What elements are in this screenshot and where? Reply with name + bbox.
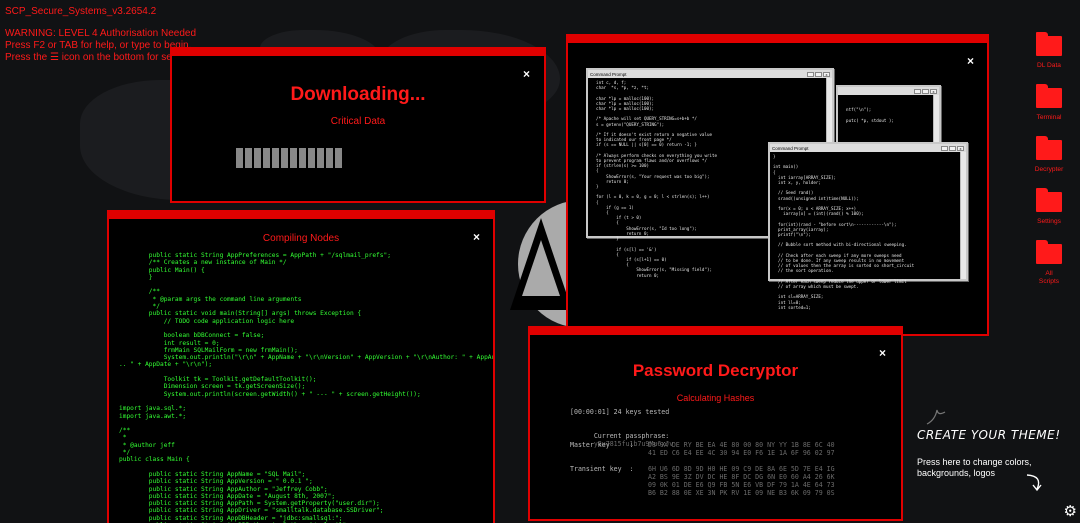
download-subtitle: Critical Data [330, 116, 386, 127]
desktop-icon-settings[interactable]: Settings [1024, 188, 1074, 226]
compile-code-output: public static String AppPreferences = Ap… [119, 252, 495, 523]
progress-block [317, 148, 324, 168]
help-text: Press F2 or TAB for help, or type to beg… [5, 40, 192, 51]
close-icon[interactable]: x [823, 71, 830, 77]
terminal-window[interactable]: × Command Prompt x int c, d, f; char *s,… [566, 34, 989, 336]
gear-icon[interactable]: ⚙ [1064, 502, 1077, 520]
header-info: SCP_Secure_Systems_v3.2654.2 WARNING: LE… [5, 6, 196, 64]
progress-block [236, 148, 243, 168]
progress-block [290, 148, 297, 168]
curved-arrow-icon [1026, 474, 1042, 492]
scrollbar[interactable] [960, 152, 966, 279]
command-prompt-title: Command Prompt [772, 145, 809, 151]
desktop-icon-label: Terminal [1036, 114, 1062, 121]
warning-text: WARNING: LEVEL 4 Authorisation Needed [5, 28, 197, 39]
master-key-line: 41 ED C6 E4 EE 4C 30 94 E0 F6 1E 1A 6F 9… [648, 449, 835, 457]
progress-block [308, 148, 315, 168]
close-icon[interactable]: × [879, 347, 886, 359]
progress-block [335, 148, 342, 168]
desktop-icon-all-scripts[interactable]: All Scripts [1024, 240, 1074, 286]
command-prompt-titlebar[interactable]: Command Prompt x [770, 144, 966, 152]
desktop-icon-label: All Scripts [1038, 270, 1060, 285]
progress-block [281, 148, 288, 168]
transient-key-line: B6 B2 88 0E XE 3N PK RV 1E 09 NE B3 6K 0… [648, 489, 835, 497]
desktop-icon-label: DL Data [1037, 62, 1061, 69]
progress-block [254, 148, 261, 168]
desktop: SCP_Secure_Systems_v3.2654.2 WARNING: LE… [0, 0, 1080, 523]
progress-block [245, 148, 252, 168]
progress-block [272, 148, 279, 168]
create-theme-title: CREATE YOUR THEME! [917, 428, 1061, 442]
command-prompt-titlebar[interactable]: x [838, 87, 939, 95]
passphrase-label: Current passphrase: [593, 432, 670, 440]
create-theme-promo[interactable]: CREATE YOUR THEME! Press here to change … [917, 409, 1067, 492]
master-key-line: D8 9X DE RY BE EA 4E 80 00 80 NY YY 1B 8… [648, 441, 835, 449]
progress-block [263, 148, 270, 168]
command-prompt-output: } int main() { int iarray[ARRAY_SIZE]; i… [773, 154, 915, 310]
close-icon[interactable]: x [957, 145, 964, 151]
desktop-icon-label: Decrypter [1034, 166, 1064, 173]
desktop-icon-label: Settings [1037, 218, 1061, 225]
app-title: SCP_Secure_Systems_v3.2654.2 [5, 6, 157, 17]
progress-block [299, 148, 306, 168]
minimize-icon[interactable] [914, 88, 921, 94]
command-prompt-window[interactable]: x ntf("\n"); putc( *p, stdout ); [836, 85, 941, 147]
close-icon[interactable]: × [473, 231, 480, 243]
folder-icon [1036, 84, 1062, 108]
master-key-label: Master key : [570, 441, 634, 449]
maximize-icon[interactable] [815, 71, 822, 77]
menu-hint-text: Press the ☰ icon on the bottom for setti… [5, 52, 191, 63]
folder-icon [1036, 188, 1062, 212]
progress-block [326, 148, 333, 168]
close-icon[interactable]: × [523, 68, 530, 80]
transient-key-label: Transient key : [570, 465, 634, 473]
folder-icon [1036, 240, 1062, 264]
transient-key-line: A2 BS 9E 3Z DV DC HE 8F DC DG 6N E0 60 A… [648, 473, 835, 481]
compile-title: Compiling Nodes [262, 233, 340, 244]
scrollbar[interactable] [933, 95, 939, 145]
desktop-icon-terminal[interactable]: Terminal [1024, 84, 1074, 122]
password-title: Password Decryptor [632, 361, 799, 380]
download-progress-bar [236, 148, 342, 168]
password-decryptor-window[interactable]: × Password Decryptor Calculating Hashes … [528, 326, 903, 521]
desktop-icon-dl-data[interactable]: DL Data [1024, 32, 1074, 70]
minimize-icon[interactable] [807, 71, 814, 77]
command-prompt-titlebar[interactable]: Command Prompt x [588, 70, 832, 78]
desktop-icon-decrypter[interactable]: Decrypter [1024, 136, 1074, 174]
folder-icon [1036, 32, 1062, 56]
download-window[interactable]: × Downloading... Critical Data [170, 47, 546, 203]
command-prompt-output: ntf("\n"); putc( *p, stdout ); [846, 107, 894, 123]
folder-icon [1036, 136, 1062, 160]
command-prompt-title: Command Prompt [590, 71, 627, 77]
transient-key-line: 09 0K 01 DE E6 Q9 FB 5N E6 VB DF 79 1A 4… [648, 481, 835, 489]
minimize-icon[interactable] [941, 145, 948, 151]
command-prompt-window[interactable]: Command Prompt x } int main() { int iarr… [768, 142, 968, 310]
swoosh-icon [926, 409, 946, 425]
download-title: Downloading... [290, 84, 426, 105]
maximize-icon[interactable] [922, 88, 929, 94]
close-icon[interactable]: × [967, 55, 974, 67]
keys-tested-status: [00:00:01] 24 keys tested [570, 408, 670, 416]
compile-window[interactable]: Compiling Nodes × public static String A… [107, 210, 495, 523]
close-icon[interactable]: x [930, 88, 937, 94]
transient-key-line: 6H U6 6D 8D 9D H0 HE 09 C9 DE 8A 6E 5D 7… [648, 465, 835, 473]
password-subtitle: Calculating Hashes [676, 393, 755, 403]
maximize-icon[interactable] [949, 145, 956, 151]
